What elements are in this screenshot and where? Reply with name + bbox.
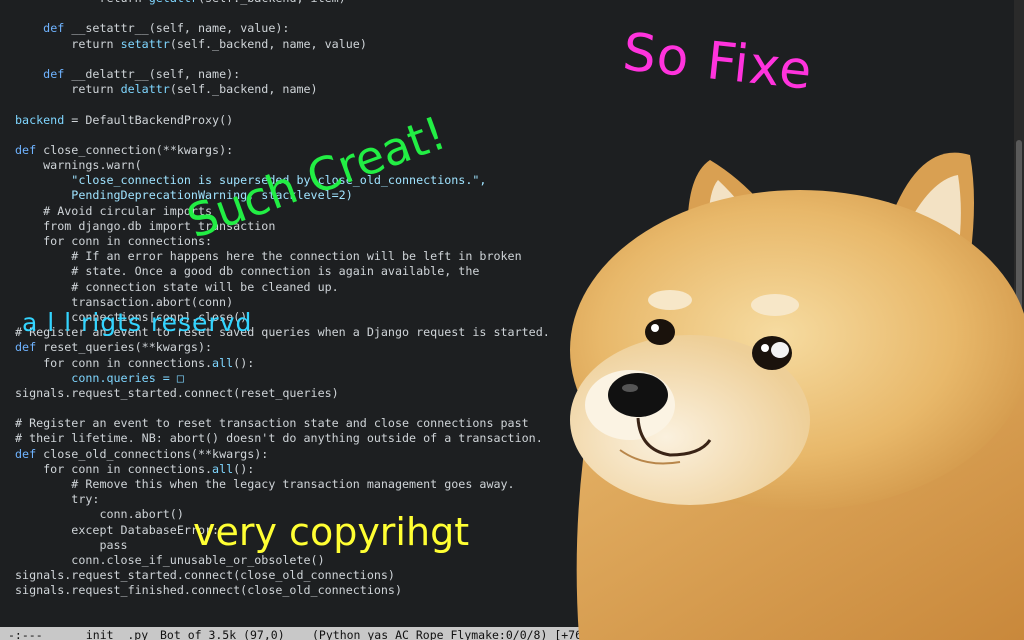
code-token: for conn in connections. xyxy=(15,355,213,370)
code-line: # Register an event to reset transaction… xyxy=(15,416,550,431)
code-token: (): xyxy=(233,461,255,476)
code-line: return setattr(self._backend, name, valu… xyxy=(15,37,550,52)
code-line: signals.request_started.connect(close_ol… xyxy=(15,568,550,583)
code-line: for conn in connections.all(): xyxy=(15,356,550,371)
code-token: # state. Once a good db connection is ag… xyxy=(15,264,480,279)
code-line: return delattr(self._backend, name) xyxy=(15,82,550,97)
code-token: getattr xyxy=(149,0,198,5)
code-token: all xyxy=(212,355,234,370)
code-token: __setattr__(self, name, value): xyxy=(64,21,290,36)
code-editor[interactable]: return getattr(self._backend, item) def … xyxy=(15,0,550,599)
code-token: setattr xyxy=(120,36,170,51)
code-token: def xyxy=(15,446,37,461)
code-token: warnings.warn( xyxy=(15,158,142,173)
code-token: def xyxy=(15,340,37,355)
meme-canvas: return getattr(self._backend, item) def … xyxy=(0,0,1024,640)
code-line: for conn in connections: xyxy=(15,234,550,249)
code-token: conn.abort() xyxy=(15,507,184,522)
code-line: # state. Once a good db connection is ag… xyxy=(15,264,550,279)
code-token: transaction.abort(conn) xyxy=(15,294,234,309)
code-line: def __delattr__(self, name): xyxy=(15,67,550,82)
code-token: conn.queries = □ xyxy=(15,370,184,385)
caption-rights: a l l rigts reservd xyxy=(22,308,253,337)
code-token: try: xyxy=(15,492,100,507)
caption-copyright: very copyrihgt xyxy=(193,510,470,554)
modeline-status: -:--- xyxy=(8,628,43,640)
code-token: # connection state will be cleaned up. xyxy=(15,279,339,294)
code-line: def close_connection(**kwargs): xyxy=(15,143,550,158)
code-line: # If an error happens here the connectio… xyxy=(15,249,550,264)
doge-image xyxy=(570,152,1024,640)
modeline-modes: (Python yas AC Rope Flymake:0/0/8) [+76%… xyxy=(312,628,596,640)
code-token: = DefaultBackendProxy() xyxy=(64,112,234,127)
code-line: conn.close_if_unusable_or_obsolete() xyxy=(15,553,550,568)
code-token: # their lifetime. NB: abort() doesn't do… xyxy=(15,431,543,446)
code-line: def __setattr__(self, name, value): xyxy=(15,21,550,36)
code-token: reset_queries(**kwargs): xyxy=(36,340,213,355)
code-token: def xyxy=(43,21,65,36)
caption-so-fixe: So Fixe xyxy=(620,22,816,102)
code-token: # Remove this when the legacy transactio… xyxy=(15,477,515,491)
modeline-position: Bot of 3.5k (97,0) xyxy=(160,628,285,640)
code-token: close_old_connections(**kwargs): xyxy=(36,446,269,461)
code-line: def close_old_connections(**kwargs): xyxy=(15,447,550,462)
code-line: # connection state will be cleaned up. xyxy=(15,280,550,295)
code-line: signals.request_finished.connect(close_o… xyxy=(15,583,550,598)
code-token: close_connection(**kwargs): xyxy=(36,142,234,157)
code-token: backend xyxy=(15,112,65,127)
code-token: def xyxy=(15,142,37,157)
code-token: except DatabaseError: xyxy=(15,522,220,537)
code-line: backend = DefaultBackendProxy() xyxy=(15,113,550,128)
code-line: def reset_queries(**kwargs): xyxy=(15,340,550,355)
code-line: conn.queries = □ xyxy=(15,371,550,386)
code-line: try: xyxy=(15,492,550,507)
code-token: delattr xyxy=(120,82,170,97)
code-token: conn.close_if_unusable_or_obsolete() xyxy=(15,552,325,567)
code-line: # their lifetime. NB: abort() doesn't do… xyxy=(15,431,550,446)
code-token: __delattr__(self, name): xyxy=(64,66,241,81)
code-token: signals.request_finished.connect(close_o… xyxy=(15,583,403,598)
code-token: for conn in connections: xyxy=(15,234,213,248)
modeline-filename: __init__.py xyxy=(72,628,149,640)
code-line: signals.request_started.connect(reset_qu… xyxy=(15,386,550,401)
code-token: (self._backend, name) xyxy=(169,82,318,97)
code-token: signals.request_started.connect(reset_qu… xyxy=(15,385,339,400)
code-token: for conn in connections. xyxy=(15,461,213,476)
code-token: (self._backend, name, value) xyxy=(169,36,367,51)
code-token: return xyxy=(15,36,121,51)
code-token: signals.request_started.connect(close_ol… xyxy=(15,568,395,583)
code-token: (self._backend, item) xyxy=(198,0,346,5)
code-token: # Register an event to reset transaction… xyxy=(15,416,529,431)
code-token: return xyxy=(15,0,149,5)
code-line: # Remove this when the legacy transactio… xyxy=(15,477,550,492)
code-token: def xyxy=(43,66,65,81)
code-line: from django.db import transaction xyxy=(15,219,550,234)
code-token: # If an error happens here the connectio… xyxy=(15,249,522,264)
code-token: (): xyxy=(233,355,255,370)
code-token: pass xyxy=(15,537,128,552)
code-token: return xyxy=(15,82,121,97)
code-token: all xyxy=(212,461,234,476)
code-line: for conn in connections.all(): xyxy=(15,462,550,477)
